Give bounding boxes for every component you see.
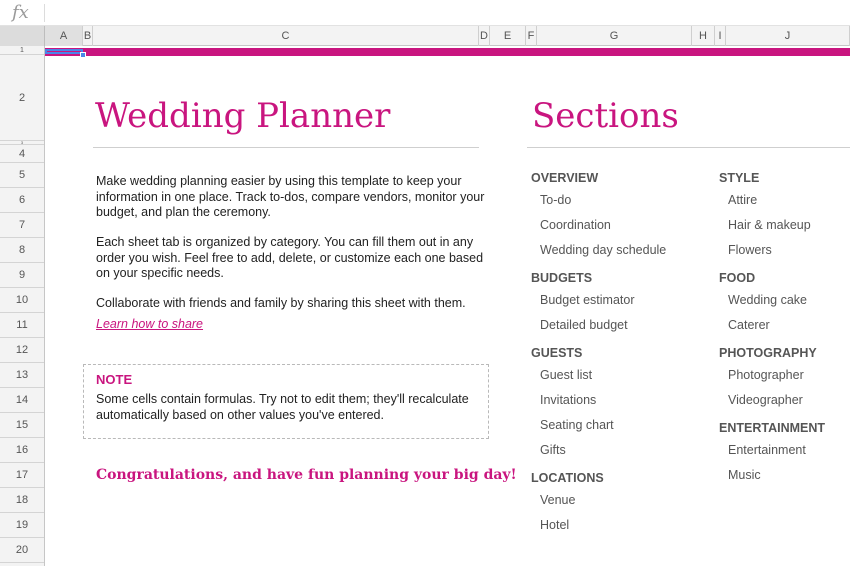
section-heading-style: STYLE <box>719 171 760 185</box>
row-header-9[interactable]: 9 <box>0 263 44 288</box>
note-title: NOTE <box>96 372 133 387</box>
section-link-venue[interactable]: Venue <box>540 493 575 507</box>
formula-input[interactable] <box>46 0 850 26</box>
section-heading-overview: OVERVIEW <box>531 171 599 185</box>
section-heading-food: FOOD <box>719 271 756 285</box>
row-header-14[interactable]: 14 <box>0 388 44 413</box>
row-header-bar: 1 2 3 4 5 6 7 8 9 10 11 12 13 14 15 16 1… <box>0 46 45 566</box>
formula-bar-divider <box>44 4 45 22</box>
section-link-hotel[interactable]: Hotel <box>540 518 569 532</box>
congrats-message: Congratulations, and have fun planning y… <box>96 467 517 483</box>
section-link-wedding-cake[interactable]: Wedding cake <box>728 293 807 307</box>
share-link[interactable]: Learn how to share <box>96 317 203 331</box>
section-link-entertainment[interactable]: Entertainment <box>728 443 806 457</box>
tabs-paragraph: Each sheet tab is organized by category.… <box>96 235 484 280</box>
column-header-c[interactable]: C <box>93 26 479 46</box>
row-header-15[interactable]: 15 <box>0 413 44 438</box>
collaborate-paragraph: Collaborate with friends and family by s… <box>96 296 466 310</box>
row-header-11[interactable]: 11 <box>0 313 44 338</box>
selected-cell-a1[interactable] <box>45 49 83 54</box>
section-link-gifts[interactable]: Gifts <box>540 443 566 457</box>
accent-banner <box>45 48 850 56</box>
row-header-13[interactable]: 13 <box>0 363 44 388</box>
row-header-20[interactable]: 20 <box>0 538 44 563</box>
column-header-j[interactable]: J <box>726 26 850 46</box>
row-header-16[interactable]: 16 <box>0 438 44 463</box>
section-link-photographer[interactable]: Photographer <box>728 368 804 382</box>
page-title: Wedding Planner <box>95 96 391 136</box>
row-header-17[interactable]: 17 <box>0 463 44 488</box>
column-header-e[interactable]: E <box>490 26 526 46</box>
column-header-b[interactable]: B <box>83 26 93 46</box>
section-link-detailed-budget[interactable]: Detailed budget <box>540 318 628 332</box>
section-heading-guests: GUESTS <box>531 346 583 360</box>
section-link-invitations[interactable]: Invitations <box>540 393 596 407</box>
sheet-grid[interactable]: Wedding Planner Make wedding planning ea… <box>45 46 850 566</box>
row-header-12[interactable]: 12 <box>0 338 44 363</box>
formula-bar: fx <box>0 0 850 26</box>
fx-icon: fx <box>12 2 29 23</box>
section-link-hair-makeup[interactable]: Hair & makeup <box>728 218 811 232</box>
section-heading-locations: LOCATIONS <box>531 471 604 485</box>
row-header-5[interactable]: 5 <box>0 163 44 188</box>
section-link-caterer[interactable]: Caterer <box>728 318 770 332</box>
section-link-videographer[interactable]: Videographer <box>728 393 803 407</box>
column-header-h[interactable]: H <box>692 26 715 46</box>
section-link-guest-list[interactable]: Guest list <box>540 368 592 382</box>
row-header-10[interactable]: 10 <box>0 288 44 313</box>
row-header-4[interactable]: 4 <box>0 145 44 163</box>
section-link-flowers[interactable]: Flowers <box>728 243 772 257</box>
intro-paragraph: Make wedding planning easier by using th… <box>96 174 485 219</box>
sections-divider <box>527 147 850 148</box>
column-header-g[interactable]: G <box>537 26 692 46</box>
section-heading-entertainment: ENTERTAINMENT <box>719 421 826 435</box>
column-header-d[interactable]: D <box>479 26 490 46</box>
section-heading-budgets: BUDGETS <box>531 271 593 285</box>
section-link-budget-estimator[interactable]: Budget estimator <box>540 293 635 307</box>
note-text: Some cells contain formulas. Try not to … <box>96 392 469 422</box>
row-header-1[interactable]: 1 <box>0 46 44 55</box>
column-header-bar: A B C D E F G H I J <box>0 26 850 46</box>
section-link-music[interactable]: Music <box>728 468 761 482</box>
section-link-coordination[interactable]: Coordination <box>540 218 611 232</box>
title-divider <box>93 147 479 148</box>
row-header-2[interactable]: 2 <box>0 55 44 141</box>
row-header-8[interactable]: 8 <box>0 238 44 263</box>
select-all-corner[interactable] <box>0 26 45 46</box>
note-box: NOTE Some cells contain formulas. Try no… <box>83 364 489 439</box>
row-header-7[interactable]: 7 <box>0 213 44 238</box>
row-header-18[interactable]: 18 <box>0 488 44 513</box>
section-link-to-do[interactable]: To-do <box>540 193 571 207</box>
section-link-wedding-day-schedule[interactable]: Wedding day schedule <box>540 243 666 257</box>
sections-title: Sections <box>532 96 679 136</box>
section-link-seating-chart[interactable]: Seating chart <box>540 418 614 432</box>
row-header-19[interactable]: 19 <box>0 513 44 538</box>
column-header-f[interactable]: F <box>526 26 537 46</box>
row-header-6[interactable]: 6 <box>0 188 44 213</box>
column-header-i[interactable]: I <box>715 26 726 46</box>
section-link-attire[interactable]: Attire <box>728 193 757 207</box>
column-header-a[interactable]: A <box>45 26 83 46</box>
section-heading-photography: PHOTOGRAPHY <box>719 346 817 360</box>
fill-handle[interactable] <box>80 52 86 58</box>
